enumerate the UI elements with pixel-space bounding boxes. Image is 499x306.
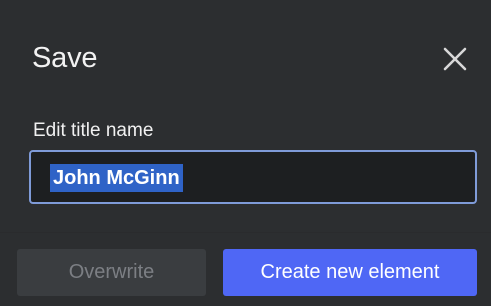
overwrite-button[interactable]: Overwrite — [17, 249, 206, 296]
title-name-label: Edit title name — [33, 120, 154, 141]
create-new-element-button[interactable]: Create new element — [223, 249, 477, 296]
close-icon — [443, 47, 467, 71]
close-button[interactable] — [436, 40, 474, 78]
divider — [0, 232, 491, 233]
dialog-title: Save — [32, 42, 98, 74]
save-dialog: Save Edit title name John McGinn Overwri… — [0, 0, 491, 306]
page-edge — [491, 0, 499, 306]
title-name-field[interactable]: John McGinn — [29, 150, 477, 204]
title-name-input[interactable] — [31, 152, 475, 202]
